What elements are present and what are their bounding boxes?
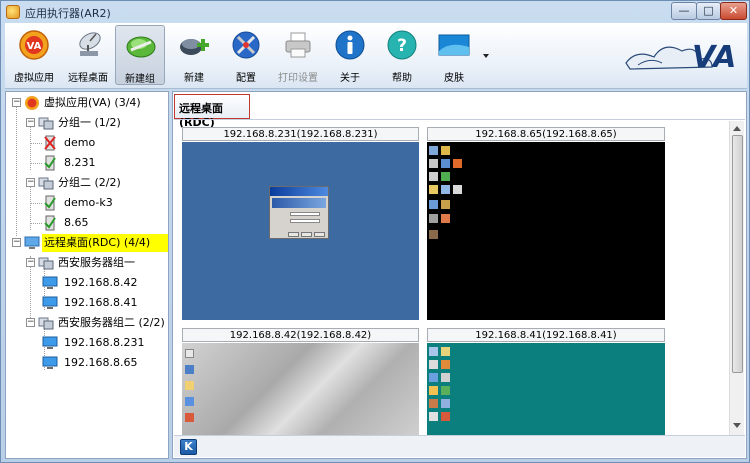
resource-tree: − 虚拟应用(VA) (3/4) − 分组一 (1/2) demo 8.231 …	[5, 91, 169, 459]
monitor-icon	[42, 356, 58, 369]
tab-label: 远程桌面(RDC)	[179, 102, 223, 129]
tree-label: 远程桌面(RDC) (4/4)	[42, 234, 168, 252]
tree-connector	[16, 106, 17, 236]
collapse-icon[interactable]: −	[26, 258, 35, 267]
tree-connector	[30, 223, 42, 224]
toolbar-remote-desktop-button[interactable]: 远程桌面	[63, 25, 113, 85]
tree-label: demo	[64, 136, 96, 149]
tree-label: 虚拟应用(VA) (3/4)	[44, 96, 141, 109]
skin-icon	[438, 34, 470, 56]
toolbar-va-app-button[interactable]: VA 虚拟应用	[9, 25, 59, 85]
tree-label: 西安服务器组一	[58, 256, 135, 269]
toolbar-config-button[interactable]: 配置	[221, 25, 271, 85]
svg-text:VA: VA	[27, 41, 42, 52]
scrollbar-thumb[interactable]	[732, 135, 743, 373]
toolbar-label: 皮肤	[444, 73, 464, 84]
app-window: 应用执行器(AR2) — □ ✕ VA 虚拟应用 远程桌面 新建组 新建 配置 …	[0, 0, 750, 463]
title-bar: 应用执行器(AR2) — □ ✕	[1, 1, 749, 23]
session-caption: 192.168.8.231(192.168.8.231)	[182, 127, 419, 141]
skin-dropdown-arrow-icon[interactable]	[483, 54, 489, 58]
toolbar-skin-button[interactable]: 皮肤	[429, 25, 479, 85]
tree-label: demo-k3	[64, 196, 113, 209]
remote-desktop-icon	[24, 236, 40, 249]
tree-label: 192.168.8.42	[64, 276, 138, 289]
session-caption: 192.168.8.65(192.168.8.65)	[427, 127, 665, 141]
monitor-icon	[42, 276, 58, 289]
toolbar-help-button[interactable]: ? 帮助	[377, 25, 427, 85]
window-title: 应用执行器(AR2)	[25, 7, 111, 20]
va-brand-logo: VA	[625, 40, 736, 75]
new-group-icon	[126, 36, 156, 58]
tree-label: 8.65	[64, 216, 89, 229]
tree-label: 分组二 (2/2)	[58, 176, 121, 189]
monitor-icon	[42, 296, 58, 309]
toolbar-label: 新建组	[125, 74, 155, 85]
tree-label: 192.168.8.65	[64, 356, 138, 369]
config-tools-icon	[232, 31, 260, 59]
new-plus-icon	[180, 39, 209, 55]
server-group-icon	[38, 177, 54, 190]
bottom-status-bar: K	[174, 435, 745, 457]
tree-connector	[30, 143, 42, 144]
server-group-icon	[38, 317, 54, 330]
minimize-button[interactable]: —	[671, 2, 697, 20]
logo-text: VA	[692, 40, 736, 75]
server-group-icon	[38, 257, 54, 270]
tree-connector	[30, 203, 42, 204]
main-toolbar: VA 虚拟应用 远程桌面 新建组 新建 配置 打印设置 关于 ? 帮助 皮肤 V…	[5, 23, 747, 89]
session-thumbnail-842[interactable]	[182, 343, 419, 435]
remote-desktop-panel: 远程桌面(RDC) 192.168.8.231(192.168.8.231) 1…	[172, 91, 747, 459]
toolbar-new-group-button[interactable]: 新建组	[115, 25, 165, 85]
k-button[interactable]: K	[180, 439, 197, 455]
collapse-icon[interactable]: −	[26, 178, 35, 187]
tab-divider	[174, 119, 745, 120]
monitor-icon	[42, 336, 58, 349]
collapse-icon[interactable]: −	[12, 238, 21, 247]
session-thumbnail-865[interactable]	[427, 142, 665, 320]
app-connected-icon	[44, 155, 56, 171]
printer-icon	[285, 32, 311, 58]
tree-label: 分组一 (1/2)	[58, 116, 121, 129]
server-group-icon	[38, 117, 54, 130]
session-caption: 192.168.8.42(192.168.8.42)	[182, 328, 419, 342]
tree-label: 西安服务器组二 (2/2)	[58, 316, 165, 329]
va-app-icon	[25, 96, 39, 110]
session-caption: 192.168.8.41(192.168.8.41)	[427, 328, 665, 342]
close-button[interactable]: ✕	[720, 2, 747, 20]
va-app-icon: VA	[19, 30, 49, 60]
tree-label: 192.168.8.231	[64, 336, 145, 349]
session-thumbnail-841[interactable]	[427, 343, 665, 435]
satellite-dish-icon	[79, 32, 101, 56]
scroll-up-icon[interactable]	[733, 126, 741, 131]
collapse-icon[interactable]: −	[26, 118, 35, 127]
maximize-button[interactable]: □	[696, 2, 721, 20]
app-connected-icon	[44, 195, 56, 211]
scroll-down-icon[interactable]	[733, 423, 741, 428]
tab-remote-desktop[interactable]: 远程桌面(RDC)	[174, 94, 250, 129]
help-icon: ?	[387, 30, 417, 60]
toolbar-label: 虚拟应用	[14, 73, 54, 84]
app-logo-icon	[6, 5, 20, 19]
collapse-icon[interactable]: −	[12, 98, 21, 107]
session-thumbnail-8231[interactable]	[182, 142, 419, 320]
tree-label: 192.168.8.41	[64, 296, 138, 309]
toolbar-about-button[interactable]: 关于	[325, 25, 375, 85]
vertical-scrollbar[interactable]	[729, 121, 744, 435]
collapse-icon[interactable]: −	[26, 318, 35, 327]
app-disconnected-icon	[44, 135, 56, 151]
toolbar-print-settings-button[interactable]: 打印设置	[273, 25, 323, 85]
tree-connector	[30, 163, 42, 164]
tree-label: 8.231	[64, 156, 96, 169]
info-icon	[335, 30, 365, 60]
login-dialog-preview	[269, 186, 329, 239]
app-connected-icon	[44, 215, 56, 231]
svg-text:?: ?	[397, 36, 407, 56]
toolbar-new-button[interactable]: 新建	[169, 25, 219, 85]
